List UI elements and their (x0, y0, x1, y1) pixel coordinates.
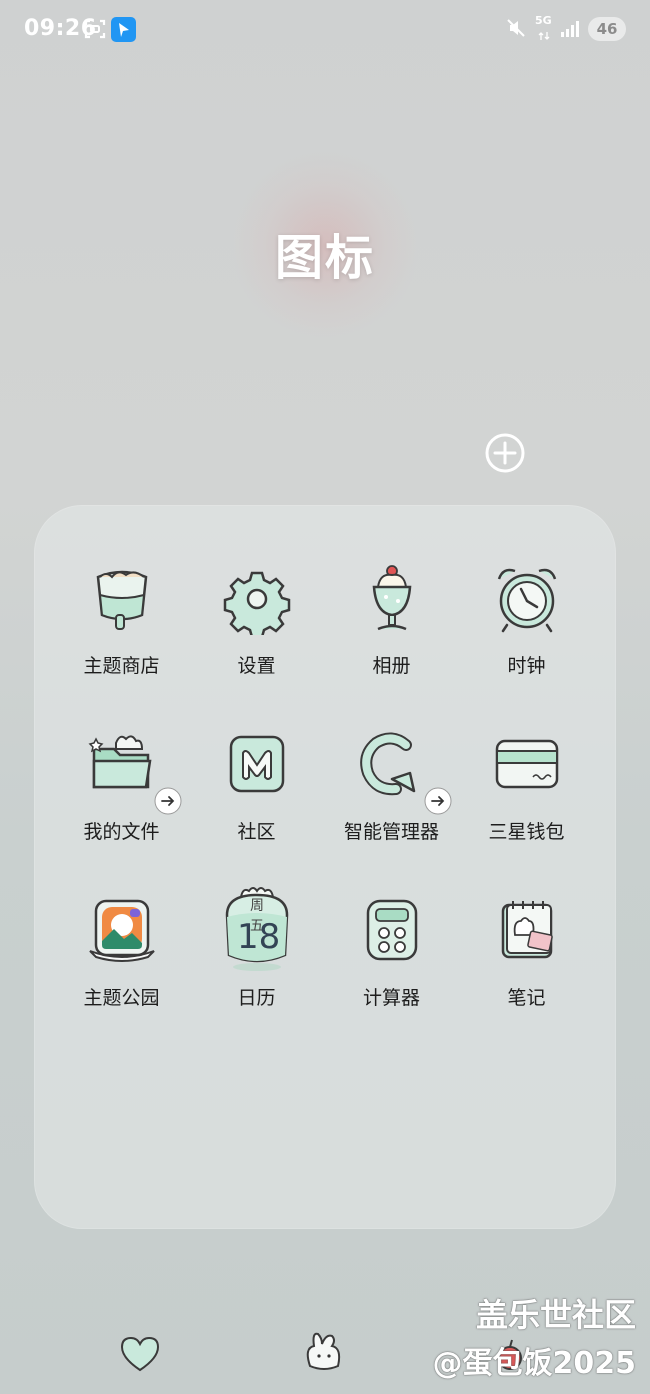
screenshot-icon (84, 18, 106, 44)
app-folder-panel: 主题商店 设置 相册 时钟 我的文件 社区 智能管理器 三星钱包 主题公园 周五… (34, 505, 616, 1229)
app-my-files[interactable]: 我的文件 (54, 729, 189, 879)
app-label: 设置 (237, 655, 276, 677)
app-clock[interactable]: 时钟 (459, 563, 594, 713)
app-label: 主题公园 (83, 987, 160, 1009)
calendar-day: 18 (237, 917, 281, 957)
app-label: 智能管理器 (343, 821, 439, 843)
gear-icon (223, 571, 291, 635)
sundae-cup-icon (372, 565, 412, 631)
paint-bucket-icon (96, 570, 148, 630)
app-calculator[interactable]: 计算器 (324, 895, 459, 1045)
app-community[interactable]: 社区 (189, 729, 324, 879)
app-label: 相册 (372, 655, 411, 677)
app-label: 社区 (237, 821, 276, 843)
watermark-line2: @蛋包饭2025 (432, 1346, 637, 1381)
app-samsung-wallet[interactable]: 三星钱包 (459, 729, 594, 879)
network-5g-label: 5G (535, 14, 552, 27)
shortcut-arrow-badge-icon (424, 787, 452, 815)
app-label: 主题商店 (83, 655, 160, 677)
dock-app-heart[interactable] (118, 1334, 162, 1378)
app-notification-icon (111, 17, 136, 46)
app-theme-store[interactable]: 主题商店 (54, 563, 189, 713)
plus-circle-icon (485, 433, 525, 473)
app-label: 笔记 (507, 987, 546, 1009)
app-label: 我的文件 (83, 821, 160, 843)
app-notes[interactable]: 笔记 (459, 895, 594, 1045)
app-calendar[interactable]: 周五 18 日历 (189, 885, 324, 1035)
alarm-clock-icon (497, 568, 557, 633)
dock-app-bunny[interactable] (302, 1328, 344, 1376)
heart-icon (120, 1336, 160, 1372)
app-theme-park[interactable]: 主题公园 (54, 895, 189, 1045)
status-bar: 09:26 5G 46 (0, 0, 650, 60)
app-smart-manager[interactable]: 智能管理器 (324, 729, 459, 879)
app-label: 计算器 (362, 987, 420, 1009)
wallet-card-icon (495, 739, 559, 789)
calculator-icon (366, 899, 418, 961)
theme-park-icon (89, 899, 155, 962)
add-app-button[interactable] (484, 432, 526, 474)
notebook-icon (501, 901, 553, 959)
app-label: 三星钱包 (488, 821, 565, 843)
app-settings[interactable]: 设置 (189, 563, 324, 713)
app-label: 时钟 (507, 655, 546, 677)
folder-title[interactable]: 图标 (0, 218, 650, 288)
mute-icon (505, 17, 527, 43)
shortcut-arrow-badge-icon (154, 787, 182, 815)
m-tile-icon (229, 735, 285, 793)
watermark-line1: 盖乐世社区 (475, 1296, 636, 1334)
app-label: 日历 (237, 987, 276, 1009)
battery-indicator: 46 (588, 17, 626, 41)
signal-icon (560, 20, 580, 42)
refresh-g-icon (360, 732, 416, 796)
data-arrows-icon (538, 27, 550, 46)
app-gallery[interactable]: 相册 (324, 563, 459, 713)
bunny-icon (306, 1332, 341, 1370)
folder-icon (88, 735, 152, 789)
